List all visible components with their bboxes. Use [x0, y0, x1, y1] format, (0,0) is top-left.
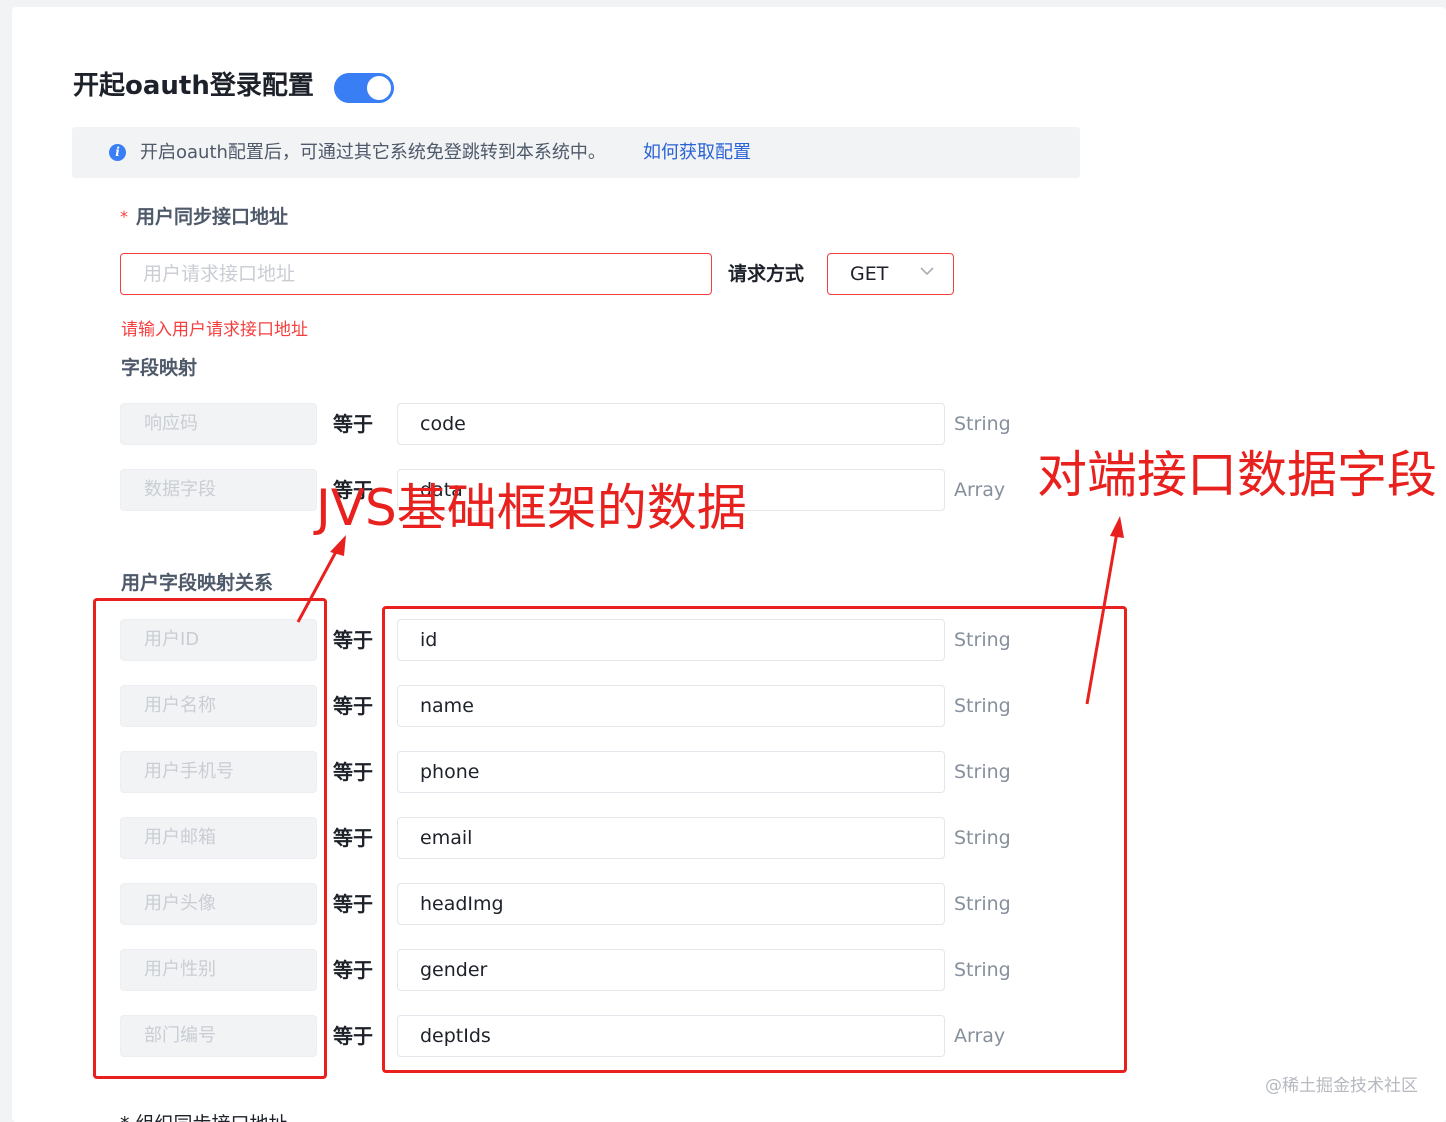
toggle-knob [367, 76, 391, 100]
required-mark: * [120, 207, 128, 226]
equals-label: 等于 [333, 694, 373, 718]
field-mapping-title: 字段映射 [121, 357, 198, 379]
sync-url-error: 请输入用户请求接口地址 [121, 320, 308, 340]
method-select-value: GET [850, 263, 889, 285]
mapping-left-data-field: 数据字段 [120, 469, 317, 511]
annotation-box-right [382, 606, 1127, 1073]
equals-label: 等于 [333, 958, 373, 982]
next-section-label: * 组织同步接口地址 [120, 1110, 288, 1122]
annotation-left-text: JVS基础框架的数据 [316, 479, 747, 537]
type-label: Array [954, 479, 1006, 501]
how-to-get-config-link[interactable]: 如何获取配置 [643, 140, 751, 166]
equals-label: 等于 [333, 760, 373, 784]
mapping-right-code[interactable]: code [397, 403, 945, 445]
equals-label: 等于 [333, 826, 373, 850]
page-title: 开起oauth登录配置 [73, 71, 314, 101]
type-label: String [954, 413, 1011, 435]
annotation-box-left [93, 598, 327, 1079]
annotation-right-text: 对端接口数据字段 [1037, 446, 1437, 504]
equals-label: 等于 [333, 628, 373, 652]
sync-url-input[interactable]: 用户请求接口地址 [120, 253, 712, 295]
chevron-down-icon [920, 267, 934, 276]
equals-label: 等于 [333, 892, 373, 916]
sync-url-label: 用户同步接口地址 [136, 206, 289, 228]
equals-label: 等于 [333, 1024, 373, 1048]
watermark: @稀土掘金技术社区 [1265, 1076, 1418, 1096]
user-mapping-title: 用户字段映射关系 [121, 572, 274, 594]
method-label: 请求方式 [728, 263, 805, 285]
mapping-left-response-code: 响应码 [120, 403, 317, 445]
oauth-toggle[interactable] [334, 73, 394, 103]
notice-text: 开启oauth配置后，可通过其它系统免登跳转到本系统中。 [140, 142, 606, 163]
equals-label: 等于 [333, 412, 373, 436]
info-icon: i [109, 144, 126, 161]
